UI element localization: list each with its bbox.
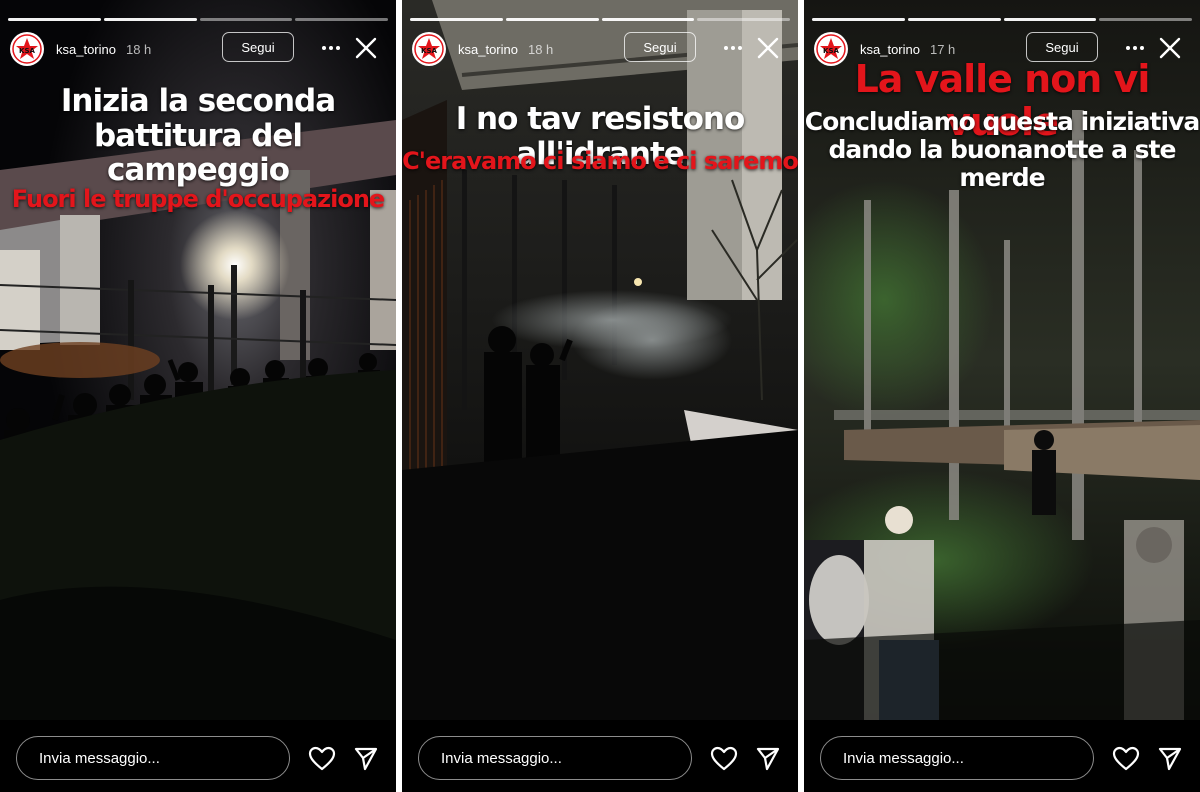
story-progress-bar <box>410 18 790 21</box>
message-input[interactable]: Invia messaggio... <box>418 736 692 780</box>
story-panel-3[interactable]: KSA ksa_torino 17 h Segui La valle non v… <box>804 0 1200 792</box>
caption-line: Concludiamo questa iniziativa <box>804 107 1200 136</box>
story-progress-bar <box>8 18 388 21</box>
story-header: KSA ksa_torino 18 h Segui <box>10 30 386 68</box>
story-caption-red: Fuori le truppe d'occupazione <box>11 185 385 213</box>
send-icon[interactable] <box>755 746 781 772</box>
ksa-logo-icon: KSA <box>414 34 444 64</box>
caption-line: dando la buonanotte a ste <box>828 135 1177 164</box>
caption-line: Inizia la seconda battitura del <box>60 83 336 154</box>
story-progress-bar <box>812 18 1192 21</box>
story-header: KSA ksa_torino 18 h Segui <box>412 30 788 68</box>
story-panel-2[interactable]: KSA ksa_torino 18 h Segui I no tav resis… <box>402 0 798 792</box>
svg-text:KSA: KSA <box>421 47 437 55</box>
username[interactable]: ksa_torino <box>56 42 116 57</box>
caption-line: campeggio <box>106 152 290 189</box>
message-input[interactable]: Invia messaggio... <box>16 736 290 780</box>
follow-button[interactable]: Segui <box>624 32 696 62</box>
post-time: 18 h <box>527 41 554 57</box>
story-caption: Concludiamo questa iniziativa dando la b… <box>804 108 1200 192</box>
heart-icon[interactable] <box>710 746 738 772</box>
more-options-icon[interactable] <box>318 36 344 60</box>
ksa-logo-icon: KSA <box>12 34 42 64</box>
username[interactable]: ksa_torino <box>860 42 920 57</box>
story-footer: Invia messaggio... <box>402 720 798 792</box>
more-options-icon[interactable] <box>720 36 746 60</box>
story-footer: Invia messaggio... <box>804 720 1200 792</box>
story-footer: Invia messaggio... <box>0 720 396 792</box>
post-time: 17 h <box>929 41 956 57</box>
story-caption: Inizia la seconda battitura del campeggi… <box>0 84 396 188</box>
heart-icon[interactable] <box>1112 746 1140 772</box>
post-time: 18 h <box>125 41 152 57</box>
avatar[interactable]: KSA <box>412 32 446 66</box>
story-panel-1[interactable]: KSA ksa_torino 18 h Segui Inizia la seco… <box>0 0 396 792</box>
svg-text:KSA: KSA <box>823 47 839 55</box>
heart-icon[interactable] <box>308 746 336 772</box>
message-input[interactable]: Invia messaggio... <box>820 736 1094 780</box>
svg-text:KSA: KSA <box>19 47 35 55</box>
send-icon[interactable] <box>353 746 379 772</box>
username[interactable]: ksa_torino <box>458 42 518 57</box>
close-icon[interactable] <box>754 34 782 62</box>
caption-line: merde <box>959 163 1045 192</box>
follow-button[interactable]: Segui <box>222 32 294 62</box>
send-icon[interactable] <box>1157 746 1183 772</box>
close-icon[interactable] <box>352 34 380 62</box>
avatar[interactable]: KSA <box>10 32 44 66</box>
story-caption-red: C'eravamo ci siamo e ci saremo <box>402 147 798 175</box>
